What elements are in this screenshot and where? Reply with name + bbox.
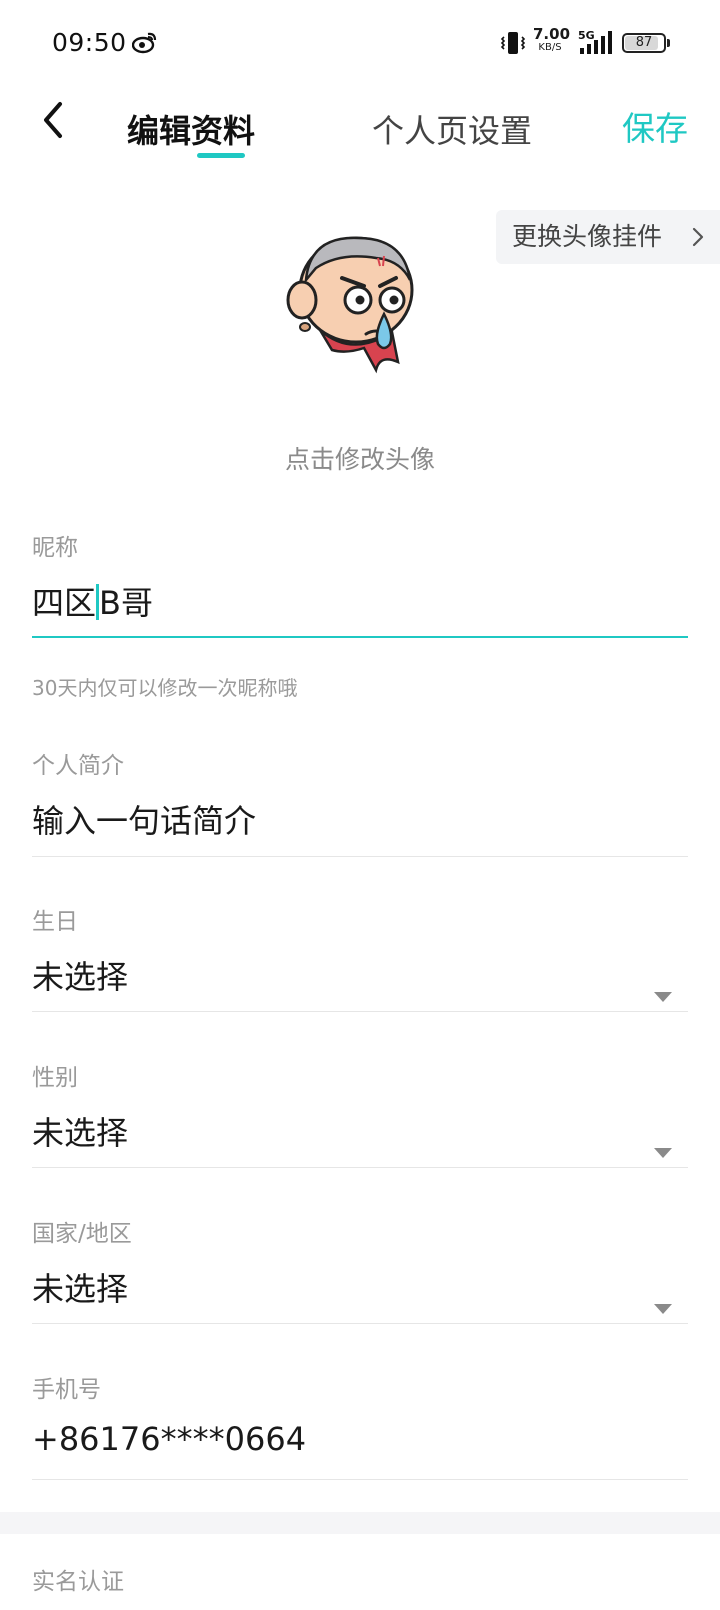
dropdown-arrow-icon[interactable] — [654, 1304, 672, 1314]
avatar[interactable] — [280, 230, 426, 390]
nickname-label: 昵称 — [32, 535, 78, 561]
back-arrow-icon[interactable] — [36, 100, 72, 140]
vibrate-icon — [500, 32, 526, 54]
battery-terminal — [667, 39, 670, 47]
bio-underline — [32, 856, 688, 857]
gender-label: 性别 — [32, 1065, 78, 1091]
gender-underline — [32, 1167, 688, 1168]
tab-edit-profile[interactable]: 编辑资料 — [127, 106, 255, 152]
birthday-underline — [32, 1011, 688, 1012]
chevron-right-icon — [692, 227, 704, 247]
nickname-change-hint: 30天内仅可以修改一次昵称哦 — [32, 676, 298, 700]
change-avatar-pendant-label: 更换头像挂件 — [512, 222, 663, 251]
phone-underline — [32, 1479, 688, 1480]
bio-label: 个人简介 — [32, 753, 124, 779]
network-type-label: 5G — [578, 29, 595, 42]
network-speed: 7.00 KB/S — [533, 25, 571, 53]
nickname-underline — [32, 636, 688, 638]
real-name-verification[interactable]: 实名认证 — [32, 1562, 124, 1596]
birthday-label: 生日 — [32, 909, 78, 935]
phone-label: 手机号 — [32, 1377, 101, 1403]
section-divider — [0, 1512, 720, 1534]
dropdown-arrow-icon[interactable] — [654, 1148, 672, 1158]
network-speed-value: 7.00 — [533, 25, 571, 43]
status-bar: 09:50 7.00 KB/S 5G 87 — [0, 0, 720, 86]
region-underline — [32, 1323, 688, 1324]
nickname-input[interactable]: 四区B哥 — [32, 578, 153, 624]
bio-input[interactable]: 输入一句话简介 — [32, 796, 256, 842]
tab-profile-settings[interactable]: 个人页设置 — [372, 106, 532, 152]
gender-select[interactable]: 未选择 — [32, 1108, 128, 1154]
weibo-notification-icon — [132, 32, 157, 54]
region-select[interactable]: 未选择 — [32, 1264, 128, 1310]
battery-percent: 87 — [635, 35, 653, 50]
cellular-signal-icon: 5G — [578, 29, 612, 54]
battery-icon: 87 — [622, 33, 666, 53]
dropdown-arrow-icon[interactable] — [654, 992, 672, 1002]
birthday-select[interactable]: 未选择 — [32, 952, 128, 998]
nickname-text-after-cursor: B哥 — [99, 584, 153, 622]
region-label: 国家/地区 — [32, 1221, 132, 1247]
change-avatar-pendant-button[interactable]: 更换头像挂件 — [496, 210, 720, 264]
change-avatar-hint[interactable]: 点击修改头像 — [0, 440, 720, 476]
nickname-text-before-cursor: 四区 — [32, 584, 97, 622]
active-tab-indicator — [197, 153, 245, 158]
status-time: 09:50 — [52, 28, 127, 57]
save-button[interactable]: 保存 — [622, 102, 688, 150]
network-speed-unit: KB/S — [538, 42, 562, 53]
phone-value: +86176****0664 — [32, 1420, 307, 1458]
